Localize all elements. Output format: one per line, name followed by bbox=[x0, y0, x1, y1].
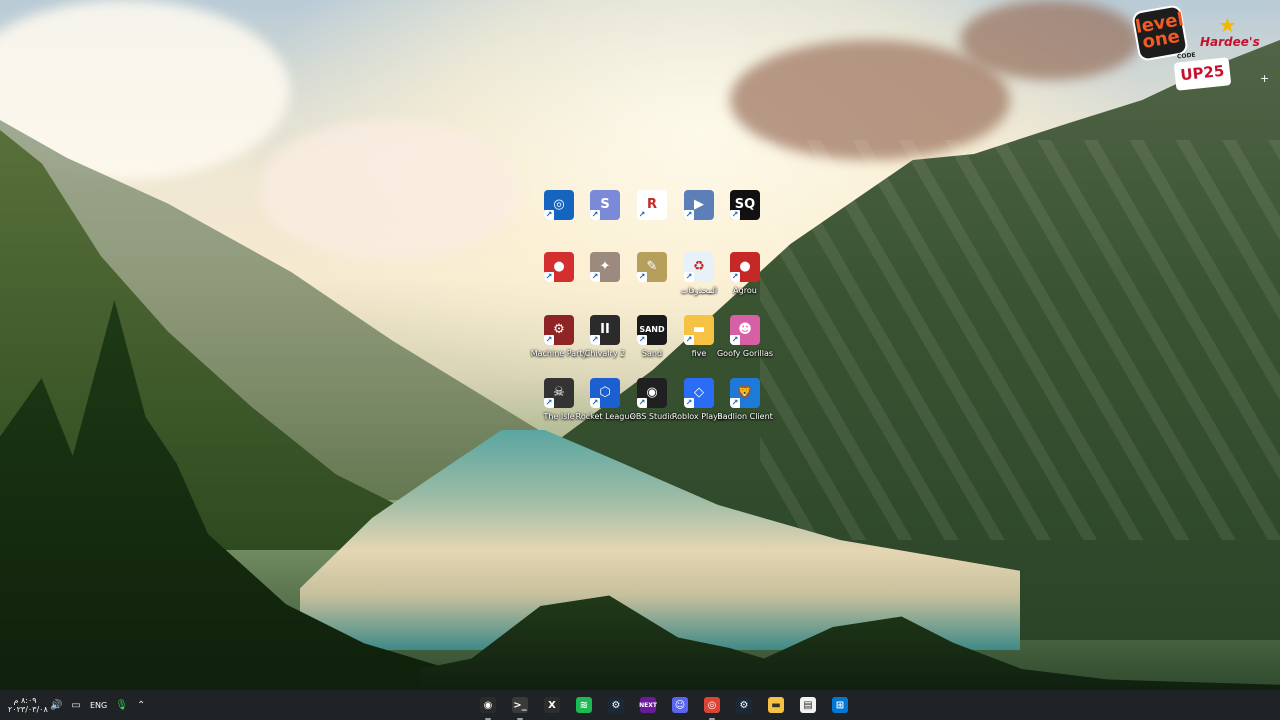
blue-camera-app-icon: ◎ ↗ bbox=[544, 190, 574, 220]
obs-studio-app-icon: ◉ ↗ bbox=[637, 378, 667, 408]
sand-app-icon: SAND ↗ bbox=[637, 315, 667, 345]
start-icon[interactable]: ⊞ bbox=[828, 693, 852, 717]
agrou-app-icon: ● ↗ bbox=[730, 252, 760, 282]
volume-icon[interactable]: 🔊 bbox=[50, 700, 62, 711]
xbox-icon[interactable]: X bbox=[540, 693, 564, 717]
taskbar-apps: ◉ >_ X ≋ ⚙ NEXT ☺ ◎ ⚙ ▬ ▤ ⊞ bbox=[476, 693, 852, 720]
roblox-app-icon: ◇ ↗ bbox=[684, 378, 714, 408]
shortcut-arrow-icon: ↗ bbox=[730, 210, 740, 220]
goofy-gorillas-app-icon: ☻ ↗ bbox=[730, 315, 760, 345]
chrome-glyph: ◎ bbox=[704, 697, 720, 713]
shortcut-arrow-icon: ↗ bbox=[730, 335, 740, 345]
code-caption: CODE bbox=[1176, 51, 1196, 61]
shortcut-arrow-icon: ↗ bbox=[544, 335, 554, 345]
clock[interactable]: ٨:٠٩ م ٢٠٢٣/٠٣/٠٨ bbox=[8, 696, 48, 714]
shortcut-arrow-icon: ↗ bbox=[590, 398, 600, 408]
chivalry-app-icon: II ↗ bbox=[590, 315, 620, 345]
shortcut-arrow-icon: ↗ bbox=[637, 398, 647, 408]
desktop-icon-label: Badlion Client bbox=[717, 412, 773, 421]
terminal-glyph: >_ bbox=[512, 697, 528, 713]
recorder-icon[interactable]: ◉ bbox=[476, 693, 500, 720]
truck-app-icon: ▶ ↗ bbox=[684, 190, 714, 220]
cloud bbox=[260, 120, 520, 260]
steam-2-icon[interactable]: ⚙ bbox=[732, 693, 756, 717]
system-tray: ٨:٠٩ م ٢٠٢٣/٠٣/٠٨ 🔊 ▭ ENG 🎙 ⌃ bbox=[8, 690, 147, 720]
shortcut-arrow-icon: ↗ bbox=[730, 272, 740, 282]
the-isle-app-icon: ☠ ↗ bbox=[544, 378, 574, 408]
folder-icon: ▬ ↗ bbox=[684, 315, 714, 345]
recorder-glyph: ◉ bbox=[480, 697, 496, 713]
shortcut-arrow-icon: ↗ bbox=[590, 272, 600, 282]
display-icon[interactable]: ▭ bbox=[70, 700, 82, 711]
next-glyph: NEXT bbox=[639, 697, 657, 713]
desktop-icon-label: Goofy Gorillas bbox=[716, 349, 774, 358]
discord-glyph: ☺ bbox=[672, 697, 688, 713]
sq-app-icon: SQ ↗ bbox=[730, 190, 760, 220]
rocket-league-app-icon: ⬡ ↗ bbox=[590, 378, 620, 408]
desktop-icon[interactable]: 🦁 ↗ Badlion Client bbox=[713, 378, 777, 438]
sun-rays bbox=[760, 140, 1280, 540]
shortcut-arrow-icon: ↗ bbox=[637, 210, 647, 220]
shortcut-arrow-icon: ↗ bbox=[637, 335, 647, 345]
shortcut-arrow-icon: ↗ bbox=[544, 398, 554, 408]
plus-icon[interactable]: + bbox=[1260, 73, 1270, 84]
file-explorer-glyph: ▬ bbox=[768, 697, 784, 713]
start-glyph: ⊞ bbox=[832, 697, 848, 713]
xbox-glyph: X bbox=[544, 697, 560, 713]
figure-app-icon: ✦ ↗ bbox=[590, 252, 620, 282]
star-icon: ★ bbox=[1218, 13, 1237, 37]
desktop-icon[interactable]: ● ↗ Agrou bbox=[713, 252, 777, 312]
microphone-icon[interactable]: 🎙 bbox=[115, 700, 128, 711]
hardees-logo: ★ Hardee's bbox=[1200, 13, 1260, 55]
chrome-icon[interactable]: ◎ bbox=[700, 693, 724, 720]
shortcut-arrow-icon: ↗ bbox=[637, 272, 647, 282]
clock-date: ٢٠٢٣/٠٣/٠٨ bbox=[8, 705, 48, 714]
hardees-text: Hardee's bbox=[1200, 35, 1260, 49]
taskbar: ٨:٠٩ م ٢٠٢٣/٠٣/٠٨ 🔊 ▭ ENG 🎙 ⌃ ◉ >_ X ≋ ⚙ NEXT… bbox=[0, 690, 1280, 720]
sketch-app-icon: ✎ ↗ bbox=[637, 252, 667, 282]
chevron-up-icon[interactable]: ⌃ bbox=[135, 700, 147, 711]
terminal-icon[interactable]: >_ bbox=[508, 693, 532, 720]
cloud bbox=[960, 0, 1140, 80]
desktop-icon[interactable]: ☻ ↗ Goofy Gorillas bbox=[713, 315, 777, 375]
shortcut-arrow-icon: ↗ bbox=[684, 335, 694, 345]
machine-party-app-icon: ⚙ ↗ bbox=[544, 315, 574, 345]
red-car-app-icon: ● ↗ bbox=[544, 252, 574, 282]
level-one-text-bottom: one bbox=[1140, 25, 1182, 53]
shortcut-arrow-icon: ↗ bbox=[684, 272, 694, 282]
steam-glyph: ⚙ bbox=[608, 697, 624, 713]
language-indicator[interactable]: ENG bbox=[90, 701, 107, 710]
steam-2-glyph: ⚙ bbox=[736, 697, 752, 713]
next-icon[interactable]: NEXT bbox=[636, 693, 660, 717]
shortcut-arrow-icon: ↗ bbox=[730, 398, 740, 408]
badlion-client-app-icon: 🦁 ↗ bbox=[730, 378, 760, 408]
shortcut-arrow-icon: ↗ bbox=[684, 398, 694, 408]
promo-code-badge: CODE UP25 bbox=[1173, 52, 1232, 91]
recycle-bin-icon: ♻ ↗ bbox=[684, 252, 714, 282]
code-value: UP25 bbox=[1179, 61, 1226, 85]
steam-icon[interactable]: ⚙ bbox=[604, 693, 628, 717]
notepad-icon[interactable]: ▤ bbox=[796, 693, 820, 717]
shortcut-arrow-icon: ↗ bbox=[684, 210, 694, 220]
promo-overlay: level one ★ Hardee's CODE UP25 bbox=[1130, 4, 1260, 91]
spotify-glyph: ≋ bbox=[576, 697, 592, 713]
desktop-icon[interactable]: SQ ↗ bbox=[713, 190, 777, 250]
red-lightning-app-icon: S ↗ bbox=[590, 190, 620, 220]
spotify-icon[interactable]: ≋ bbox=[572, 693, 596, 717]
shortcut-arrow-icon: ↗ bbox=[544, 210, 554, 220]
shortcut-arrow-icon: ↗ bbox=[544, 272, 554, 282]
discord-icon[interactable]: ☺ bbox=[668, 693, 692, 717]
shortcut-arrow-icon: ↗ bbox=[590, 210, 600, 220]
red-r-app-icon: R ↗ bbox=[637, 190, 667, 220]
desktop-icon-label: Agrou bbox=[733, 286, 757, 295]
clock-time: ٨:٠٩ م bbox=[13, 696, 37, 705]
file-explorer-icon[interactable]: ▬ bbox=[764, 693, 788, 717]
notepad-glyph: ▤ bbox=[800, 697, 816, 713]
shortcut-arrow-icon: ↗ bbox=[590, 335, 600, 345]
